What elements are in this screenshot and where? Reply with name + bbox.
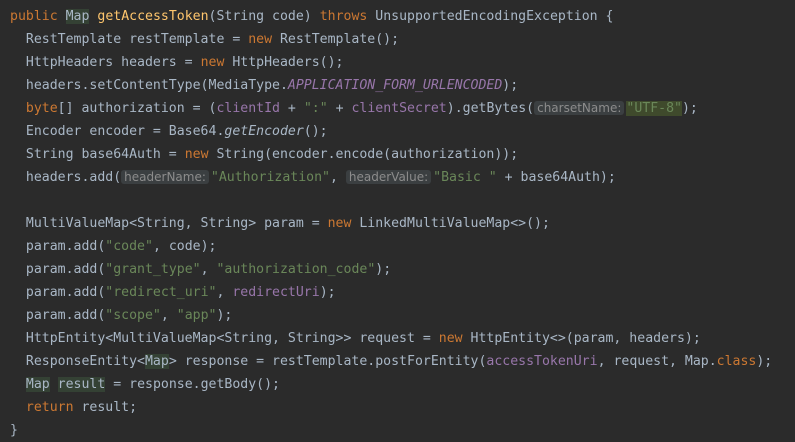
keyword-byte: byte: [25, 101, 58, 116]
code-text: +: [279, 101, 304, 116]
code-text: HttpEntity<MultiValueMap<String, String>…: [25, 331, 439, 346]
string-literal-highlighted: "UTF-8": [626, 101, 682, 116]
code-text: (String code): [208, 9, 320, 24]
code-line-6[interactable]: Encoder encoder = Base64.getEncoder();: [10, 120, 795, 143]
code-editor[interactable]: public Map getAccessToken(String code) t…: [0, 0, 795, 441]
code-line-5[interactable]: byte[] authorization = (clientId + ":" +…: [10, 97, 795, 120]
code-text: +: [327, 101, 352, 116]
code-text: );: [216, 308, 233, 323]
code-text: ,: [216, 285, 233, 300]
keyword-new: new: [184, 147, 209, 162]
code-text: param.add(: [25, 239, 106, 254]
code-text: > response = restTemplate.postForEntity(: [168, 354, 487, 369]
field-client-secret: clientSecret: [351, 101, 447, 116]
code-text: HttpEntity<>(param, headers);: [462, 331, 701, 346]
keyword-new: new: [248, 32, 273, 47]
keyword-return: return: [25, 400, 74, 415]
constant-name: APPLICATION_FORM_URLENCODED: [287, 78, 503, 93]
code-text: RestTemplate();: [272, 32, 400, 47]
code-text: RestTemplate restTemplate =: [25, 32, 249, 47]
string-literal: "authorization_code": [216, 262, 376, 277]
code-line-18[interactable]: return result;: [10, 396, 795, 419]
code-text: ResponseEntity<: [25, 354, 145, 369]
variable-result-highlighted: result: [57, 377, 106, 392]
field-access-token-uri: accessTokenUri: [486, 354, 598, 369]
keyword-class: class: [716, 354, 757, 369]
static-method-call: getEncoder: [224, 124, 304, 139]
code-text: , request, Map.: [597, 354, 717, 369]
code-text: ).getBytes(: [446, 101, 535, 116]
code-line-13[interactable]: param.add("redirect_uri", redirectUri);: [10, 281, 795, 304]
string-literal: "app": [176, 308, 217, 323]
code-text: param.add(: [25, 262, 106, 277]
code-text: ();: [303, 124, 328, 139]
code-text: HttpHeaders();: [224, 55, 344, 70]
keyword-new: new: [438, 331, 463, 346]
code-text: );: [756, 354, 773, 369]
code-text: ,: [330, 170, 346, 185]
code-text: [] authorization = (: [57, 101, 217, 116]
code-text: MultiValueMap<String, String> param =: [25, 216, 328, 231]
code-line-11[interactable]: param.add("code", code);: [10, 235, 795, 258]
field-redirect-uri: redirectUri: [232, 285, 320, 300]
code-line-17[interactable]: Map result = response.getBody();: [10, 373, 795, 396]
string-literal: "code": [105, 239, 153, 254]
code-line-2[interactable]: RestTemplate restTemplate = new RestTemp…: [10, 28, 795, 51]
code-text: );: [375, 262, 392, 277]
inlay-hint-header-name: headerName:: [121, 170, 209, 184]
method-name: getAccessToken: [97, 9, 209, 24]
string-literal: "grant_type": [105, 262, 201, 277]
code-text: Encoder encoder = Base64.: [25, 124, 225, 139]
code-line-12[interactable]: param.add("grant_type", "authorization_c…: [10, 258, 795, 281]
code-text: , code);: [152, 239, 217, 254]
string-literal: ":": [303, 101, 328, 116]
code-text: headers.setContentType(MediaType.: [25, 78, 288, 93]
code-text: ,: [160, 308, 177, 323]
code-text: param.add(: [25, 308, 106, 323]
code-line-19[interactable]: }: [10, 419, 795, 442]
code-text: UnsupportedEncodingException {: [367, 9, 614, 24]
code-line-7[interactable]: String base64Auth = new String(encoder.e…: [10, 143, 795, 166]
type-map-highlighted: Map: [144, 354, 169, 369]
type-map-highlighted: Map: [25, 377, 50, 392]
code-text: LinkedMultiValueMap<>();: [351, 216, 550, 231]
code-text: + base64Auth);: [496, 170, 616, 185]
code-text: String(encoder.encode(authorization));: [208, 147, 519, 162]
code-line-10[interactable]: MultiValueMap<String, String> param = ne…: [10, 212, 795, 235]
code-line-4[interactable]: headers.setContentType(MediaType.APPLICA…: [10, 74, 795, 97]
keyword-new: new: [200, 55, 225, 70]
keyword-new: new: [327, 216, 352, 231]
code-text: ,: [200, 262, 217, 277]
code-text: headers.add(: [25, 170, 122, 185]
code-area[interactable]: public Map getAccessToken(String code) t…: [10, 5, 795, 442]
code-line-15[interactable]: HttpEntity<MultiValueMap<String, String>…: [10, 327, 795, 350]
code-line-14[interactable]: param.add("scope", "app");: [10, 304, 795, 327]
code-line-1[interactable]: public Map getAccessToken(String code) t…: [10, 5, 795, 28]
inlay-hint-header-value: headerValue:: [345, 170, 432, 184]
keyword-public: public: [10, 9, 58, 24]
code-text: );: [681, 101, 698, 116]
field-client-id: clientId: [216, 101, 280, 116]
code-text: );: [319, 285, 336, 300]
keyword-throws: throws: [319, 9, 368, 24]
code-line-8[interactable]: headers.add(headerName: "Authorization", …: [10, 166, 795, 189]
closing-brace: }: [10, 423, 18, 438]
code-line-16[interactable]: ResponseEntity<Map> response = restTempl…: [10, 350, 795, 373]
code-text: HttpHeaders headers =: [25, 55, 201, 70]
code-text: result;: [73, 400, 138, 415]
string-literal: "redirect_uri": [105, 285, 217, 300]
code-line-9-blank[interactable]: [10, 189, 795, 212]
inlay-hint-charset-name: charsetName:: [534, 101, 625, 115]
string-literal: "scope": [105, 308, 161, 323]
code-text: = response.getBody();: [105, 377, 280, 392]
string-literal: "Authorization": [210, 170, 330, 185]
type-map-highlighted: Map: [65, 9, 90, 24]
string-literal: "Basic ": [433, 170, 497, 185]
code-text: param.add(: [25, 285, 106, 300]
code-text: );: [502, 78, 519, 93]
code-text: String base64Auth =: [25, 147, 185, 162]
code-line-3[interactable]: HttpHeaders headers = new HttpHeaders();: [10, 51, 795, 74]
